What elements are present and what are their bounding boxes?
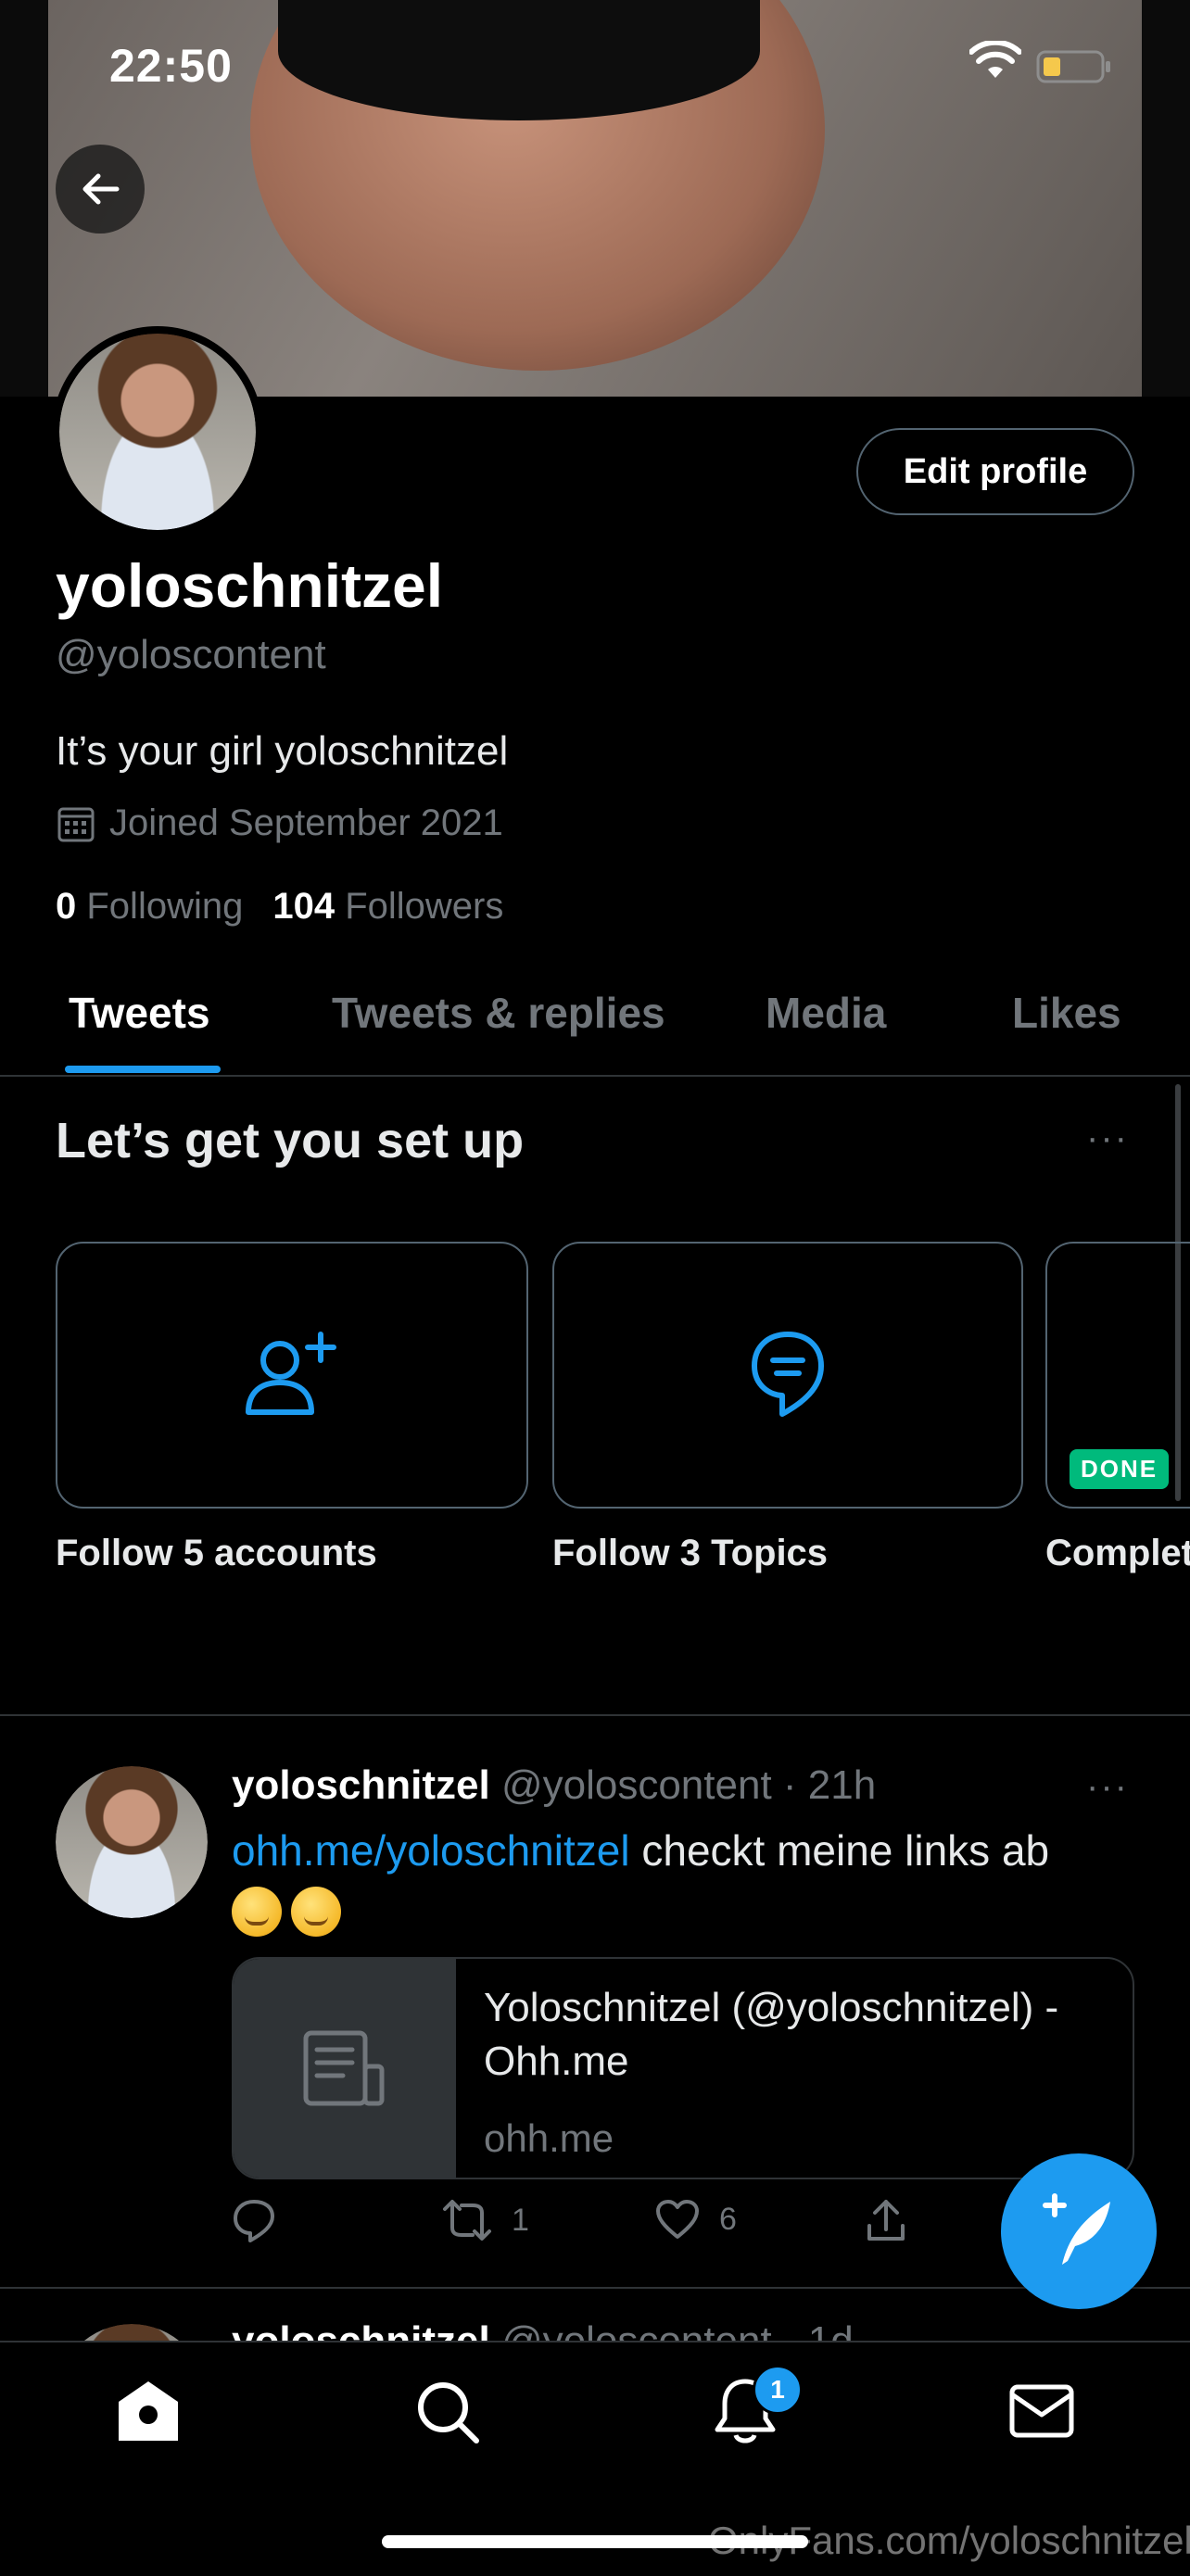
- compose-feather-icon: [1043, 2193, 1110, 2265]
- following-label: Following: [86, 886, 244, 927]
- search-icon[interactable]: [411, 2376, 482, 2446]
- tweet-handle-time: @yoloscontent · 21h: [500, 1762, 877, 1808]
- reply-button[interactable]: [232, 2198, 276, 2242]
- active-tab-indicator: [65, 1066, 221, 1073]
- topic-icon: [752, 1332, 824, 1417]
- home-indicator[interactable]: [382, 2535, 808, 2548]
- profile-handle: @yoloscontent: [56, 632, 326, 677]
- done-badge: DONE: [1070, 1449, 1170, 1489]
- link-preview-card[interactable]: Yoloschnitzel (@yoloschnitzel) - Ohh.me …: [232, 1957, 1134, 2179]
- status-time: 22:50: [109, 40, 233, 92]
- tweet-text: ohh.me/yoloschnitzel checkt meine links …: [232, 1822, 1121, 1937]
- battery-icon: [1036, 50, 1110, 83]
- tab-tweets-replies[interactable]: Tweets & replies: [332, 988, 665, 1038]
- calendar-icon: [57, 807, 95, 841]
- notification-badge: 1: [753, 2365, 803, 2415]
- setup-more-button[interactable]: ···: [1086, 1118, 1129, 1159]
- document-icon: [303, 2030, 385, 2106]
- home-icon[interactable]: [113, 2376, 184, 2446]
- setup-title: Let’s get you set up: [56, 1113, 525, 1168]
- retweet-button[interactable]: 1: [441, 2198, 529, 2242]
- following-link[interactable]: 0 Following: [56, 886, 243, 928]
- joined-text: Joined September 2021: [109, 802, 503, 843]
- tweet-more-button[interactable]: ···: [1086, 1766, 1129, 1808]
- compose-tweet-button[interactable]: [1001, 2153, 1157, 2309]
- setup-card-follow-accounts[interactable]: [56, 1242, 528, 1509]
- link-thumbnail: [234, 1959, 456, 2178]
- smirk-emoji-icon: [291, 1886, 341, 1937]
- following-count: 0: [56, 886, 77, 927]
- followers-link[interactable]: 104 Followers: [272, 886, 503, 928]
- wifi-icon: [969, 41, 1021, 78]
- tab-tweets[interactable]: Tweets: [69, 988, 210, 1038]
- divider: [0, 2287, 1190, 2289]
- smirk-emoji-icon: [232, 1886, 282, 1937]
- heart-icon: [656, 2200, 699, 2239]
- arrow-left-icon: [82, 173, 120, 205]
- setup-card-label: Follow 5 accounts: [56, 1533, 377, 1573]
- tweet-avatar[interactable]: [56, 1766, 208, 1918]
- mail-icon[interactable]: [1006, 2376, 1077, 2446]
- followers-count: 104: [272, 886, 335, 927]
- tab-likes[interactable]: Likes: [1012, 988, 1121, 1038]
- banner-edge-right: [1142, 0, 1190, 397]
- link-card-domain: ohh.me: [484, 2116, 614, 2160]
- setup-card-label: Follow 3 Topics: [552, 1533, 829, 1573]
- tweet-actions: 1 6: [232, 2198, 973, 2257]
- divider: [0, 1714, 1190, 1716]
- tweet-link[interactable]: ohh.me/yoloschnitzel: [232, 1826, 630, 1875]
- tweet-header: yoloschnitzel @yoloscontent · 21h: [232, 1762, 876, 1809]
- display-name: yoloschnitzel: [56, 551, 444, 620]
- like-button[interactable]: 6: [654, 2198, 737, 2241]
- followers-label: Followers: [345, 886, 504, 927]
- link-card-title: Yoloschnitzel (@yoloschnitzel) - Ohh.me: [484, 1985, 1059, 2084]
- add-user-icon: [246, 1332, 336, 1415]
- reply-icon: [234, 2200, 274, 2242]
- tweet-text-content: checkt meine links ab: [629, 1826, 1050, 1875]
- banner-edge-left: [0, 0, 48, 397]
- profile-bio: It’s your girl yoloschnitzel: [56, 728, 509, 774]
- retweet-icon: [443, 2200, 491, 2241]
- setup-card-label: Complet: [1045, 1533, 1190, 1573]
- back-button[interactable]: [56, 145, 145, 234]
- share-button[interactable]: [864, 2198, 908, 2242]
- follow-stats: 0 Following 104 Followers: [56, 886, 503, 928]
- like-count: 6: [719, 2201, 737, 2237]
- tab-media[interactable]: Media: [766, 988, 886, 1038]
- joined-date: Joined September 2021: [56, 802, 503, 844]
- share-icon: [867, 2200, 905, 2241]
- profile-tabs: Tweets Tweets & replies Media Likes: [0, 979, 1190, 1077]
- retweet-count: 1: [512, 2202, 529, 2238]
- profile-avatar[interactable]: [52, 326, 263, 537]
- avatar-image: [56, 1766, 208, 1918]
- tweet-author-name[interactable]: yoloschnitzel: [232, 1762, 490, 1808]
- setup-card-follow-topics[interactable]: [552, 1242, 1023, 1509]
- edit-profile-button[interactable]: Edit profile: [856, 428, 1134, 515]
- avatar-image: [59, 334, 256, 530]
